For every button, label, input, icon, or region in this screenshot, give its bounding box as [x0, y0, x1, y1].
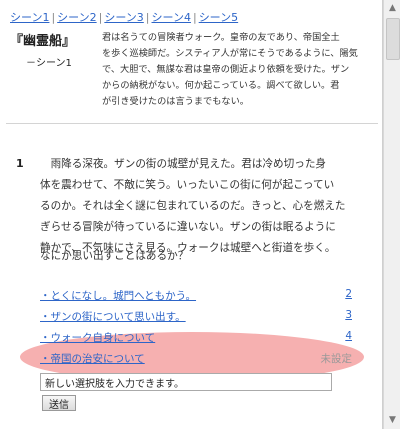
passage-line: 雨降る深夜。ザンの街の城壁が見えた。君は冷め切った身: [50, 158, 327, 170]
nav-separator: |: [51, 11, 56, 24]
choice-item: ・ザンの街について思い出す。 3: [40, 309, 352, 327]
section-divider: [6, 123, 378, 124]
scene-link-4[interactable]: シーン4: [152, 11, 191, 24]
choice-item: ・とくになし。城門へともかう。 2: [40, 288, 352, 306]
nav-separator: |: [192, 11, 197, 24]
new-choice-input[interactable]: [40, 373, 332, 391]
choice-item: ・ウォーク自身について 4: [40, 330, 352, 348]
scene-link-5[interactable]: シーン5: [199, 11, 238, 24]
choice-target-link[interactable]: 4: [345, 330, 352, 342]
passage-line: ぎらせる冒険が待っているに違いない。ザンの街は眠るように: [40, 221, 336, 233]
scene-navigation: シーン1 | シーン2 | シーン3 | シーン4 | シーン5: [10, 9, 238, 25]
scene-link-2[interactable]: シーン2: [57, 11, 96, 24]
scene-link-1[interactable]: シーン1: [10, 11, 49, 24]
choice-link[interactable]: ・ザンの街について思い出す。: [40, 311, 186, 323]
passage-text: 雨降る深夜。ザンの街の城壁が見えた。君は冷め切った身 体を震わせて、不敵に笑う。…: [40, 154, 370, 259]
scene-subtitle: －シーン1: [26, 58, 72, 69]
story-intro: 君は名うての冒険者ウォーク。皇帝の友であり、帝国全土 を歩く巡検師だ。システィア…: [102, 30, 372, 110]
story-title: 『幽霊船』: [10, 34, 76, 49]
story-header: 『幽霊船』 －シーン1 君は名うての冒険者ウォーク。皇帝の友であり、帝国全土 を…: [10, 30, 372, 116]
passage-line: るのか。それは全く謎に包まれているのだ。きっと、心を燃えた: [40, 200, 346, 212]
passage-question: なにか思い出すことはあるか？: [40, 250, 189, 262]
browser-viewport: シーン1 | シーン2 | シーン3 | シーン4 | シーン5 『幽霊船』 －シーン1 君は名…: [0, 0, 400, 429]
choice-link[interactable]: ・ウォーク自身について: [40, 332, 155, 344]
scene-link-3[interactable]: シーン3: [104, 11, 143, 24]
scrollbar-thumb[interactable]: [386, 18, 400, 60]
send-button[interactable]: 送信: [42, 395, 76, 411]
intro-line: で、大胆で、無謀な君は皇帝の側近より依頼を受けた。ザン: [102, 64, 350, 75]
choice-target-link[interactable]: 2: [345, 288, 352, 300]
choice-item: ・帝国の治安について 未設定: [40, 351, 352, 369]
passage-line: 体を震わせて、不敵に笑う。いったいこの街に何が起こってい: [40, 179, 335, 191]
choice-target-link[interactable]: 3: [345, 309, 352, 321]
vertical-scrollbar[interactable]: ▲ ▼: [383, 0, 400, 429]
intro-line: が引き受けたのは言うまでもない。: [102, 96, 249, 107]
nav-separator: |: [98, 11, 103, 24]
choice-link[interactable]: ・とくになし。城門へともかう。: [40, 290, 196, 302]
intro-line: 君は名うての冒険者ウォーク。皇帝の友であり、帝国全土: [102, 32, 340, 43]
intro-line: を歩く巡検師だ。システィア人が常にそうであるように、陽気: [102, 48, 358, 59]
intro-line: からの納税がない。何か起こっている。調べて欲しい。君: [102, 80, 340, 91]
passage-number: 1: [16, 157, 24, 170]
scroll-down-arrow-icon[interactable]: ▼: [387, 415, 398, 426]
gamebook-page: シーン1 | シーン2 | シーン3 | シーン4 | シーン5 『幽霊船』 －シーン1 君は名…: [0, 0, 383, 429]
choice-unset-status: 未設定: [320, 353, 353, 365]
scroll-up-arrow-icon[interactable]: ▲: [387, 3, 398, 14]
choice-link[interactable]: ・帝国の治安について: [40, 353, 145, 365]
nav-separator: |: [145, 11, 150, 24]
